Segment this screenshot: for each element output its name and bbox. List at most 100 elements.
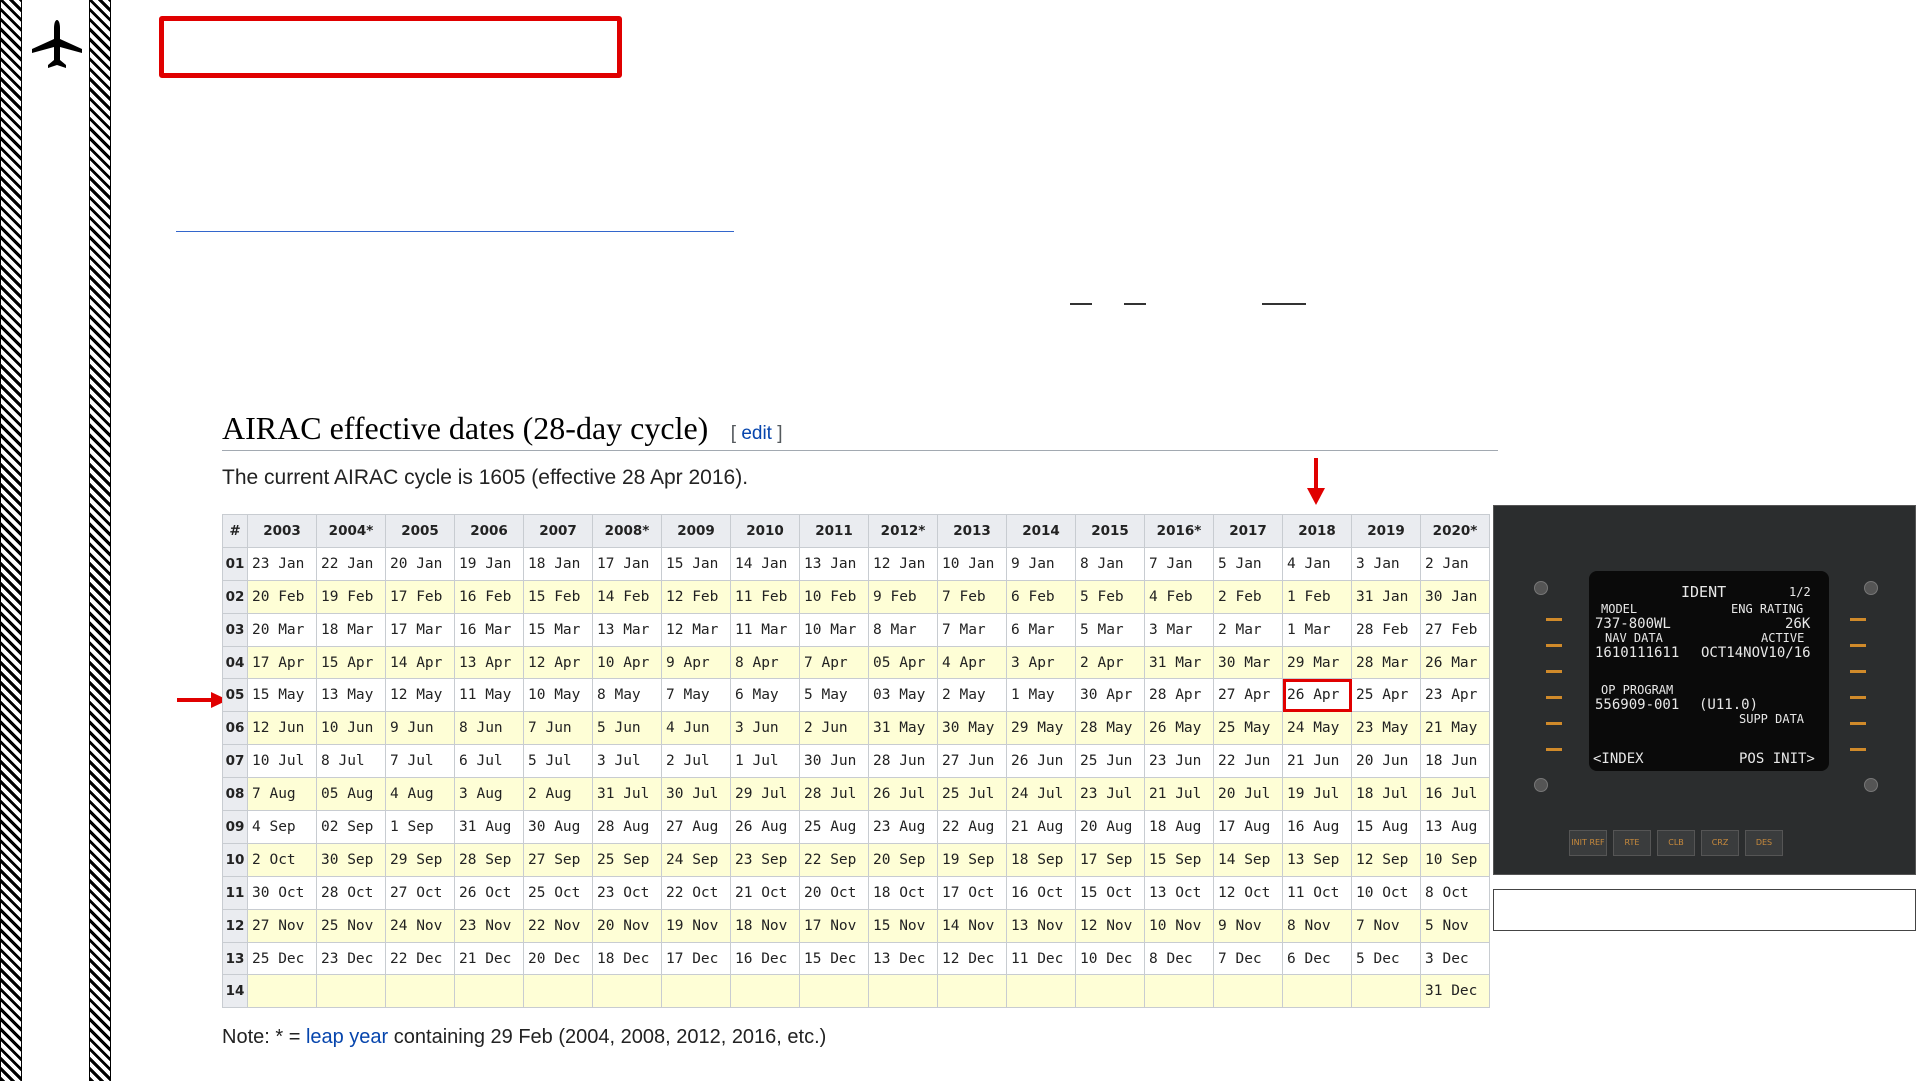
date-cell: 8 Jan [1075,546,1145,581]
date-cell: 13 Nov [1006,908,1076,943]
cycle-number: 05 [222,678,248,713]
date-cell: 25 Sep [592,842,662,877]
year-header: 2009 [661,514,731,548]
date-cell: 29 Jul [730,777,800,812]
lsk-right [1850,722,1866,725]
date-cell: 8 Nov [1282,908,1352,943]
date-cell: 6 Mar [1006,612,1076,647]
cycle-number: 03 [222,612,248,647]
date-cell: 20 Nov [592,908,662,943]
dash-mark [1262,303,1306,305]
date-cell: 16 Jul [1420,777,1490,812]
date-cell: 14 Nov [937,908,1007,943]
date-cell: 20 Dec [523,941,593,976]
date-cell: 30 May [937,711,1007,746]
edit-link[interactable]: edit [741,423,772,444]
date-cell: 12 Jan [868,546,938,581]
date-cell: 18 Mar [316,612,386,647]
fmc-display: IDENT 1/2 MODEL ENG RATING 737-800WL 26K… [1589,571,1829,771]
date-cell: 31 Jul [592,777,662,812]
date-cell: 7 Aug [247,777,317,812]
date-cell: 9 Jun [385,711,455,746]
lsk-left [1546,748,1562,751]
leap-year-link[interactable]: leap year [306,1026,388,1048]
cycle-number: 13 [222,941,248,976]
year-header: 2003 [247,514,317,548]
current-cycle-text: The current AIRAC cycle is 1605 (effecti… [222,466,749,489]
date-cell: 17 Nov [799,908,869,943]
date-cell: 2 May [937,678,1007,713]
fmc-eng-rating-value: 26K [1785,616,1811,632]
date-cell: 23 Oct [592,875,662,910]
fmc-key-crz: CRZ [1701,830,1739,856]
link-underline[interactable] [176,231,734,232]
section-heading-text: AIRAC effective dates (28-day cycle) [222,410,709,446]
date-cell: 13 Jan [799,546,869,581]
year-header: 2016* [1144,514,1214,548]
date-cell: 25 Nov [316,908,386,943]
date-cell: 7 Dec [1213,941,1283,976]
edit-bracket-close: ] [771,423,783,444]
date-cell: 10 Nov [1144,908,1214,943]
date-cell: 24 Nov [385,908,455,943]
date-cell [316,974,386,1009]
screw [1864,581,1878,595]
date-cell: 1 Mar [1282,612,1352,647]
date-cell: 30 Jan [1420,579,1490,614]
year-header: 2014 [1006,514,1076,548]
date-cell: 5 Mar [1075,612,1145,647]
date-cell: 3 Mar [1144,612,1214,647]
date-cell: 31 Mar [1144,645,1214,680]
date-cell: 12 Sep [1351,842,1421,877]
down-arrow-icon [1307,458,1325,505]
date-cell: 8 Dec [1144,941,1214,976]
date-cell: 4 Jun [661,711,731,746]
date-cell: 7 Nov [1351,908,1421,943]
date-cell: 18 Jun [1420,744,1490,779]
date-cell: 30 Sep [316,842,386,877]
table-row: 04 17 Apr 15 Apr 14 Apr 13 Apr 12 Apr 10 Apr 9 … [222,645,1490,680]
date-cell: 22 Sep [799,842,869,877]
date-cell: 20 Aug [1075,810,1145,844]
fmc-page-number: 1/2 [1789,585,1811,599]
date-cell: 25 Jun [1075,744,1145,779]
fmc-nav-data-value: 1610111611 [1595,645,1680,661]
date-cell: 15 Dec [799,941,869,976]
date-cell: 27 Jun [937,744,1007,779]
date-cell: 18 Jul [1351,777,1421,812]
date-cell: 16 Mar [454,612,524,647]
date-cell: 4 Apr [937,645,1007,680]
lsk-left [1546,696,1562,699]
date-cell: 28 Mar [1351,645,1421,680]
date-cell: 8 Apr [730,645,800,680]
fmc-op-program-label: OP PROGRAM [1601,683,1674,697]
date-cell: 3 Apr [1006,645,1076,680]
fmc-key-clb: CLB [1657,830,1695,856]
date-cell: 19 Sep [937,842,1007,877]
date-cell: 8 Oct [1420,875,1490,910]
lsk-left [1546,670,1562,673]
fmc-active-value: OCT14NOV10/16 [1701,645,1811,661]
date-cell: 2 Jul [661,744,731,779]
date-cell: 20 Feb [247,579,317,614]
date-cell: 28 Apr [1144,678,1214,713]
date-cell: 15 Nov [868,908,938,943]
date-cell: 15 Apr [316,645,386,680]
fmc-index-label: <INDEX [1593,751,1644,767]
date-cell: 10 Mar [799,612,869,647]
date-cell: 13 May [316,678,386,713]
date-cell: 13 Sep [1282,842,1352,877]
table-row: 11 30 Oct 28 Oct 27 Oct 26 Oct 25 Oct 23 Oct 22… [222,875,1490,910]
fmc-op-program-version: (U11.0) [1699,697,1759,713]
fmc-key-init-ref: INIT REF [1569,830,1607,856]
date-cell: 14 Sep [1213,842,1283,877]
date-cell: 13 Dec [868,941,938,976]
date-cell: 10 Sep [1420,842,1490,877]
date-cell: 30 Oct [247,875,317,910]
date-cell: 20 Sep [868,842,938,877]
highlighted-date-cell: 26 Apr [1282,678,1352,713]
date-cell [1282,974,1352,1009]
airplane-icon [32,20,82,68]
date-cell: 3 Jul [592,744,662,779]
date-cell: 1 Sep [385,810,455,844]
